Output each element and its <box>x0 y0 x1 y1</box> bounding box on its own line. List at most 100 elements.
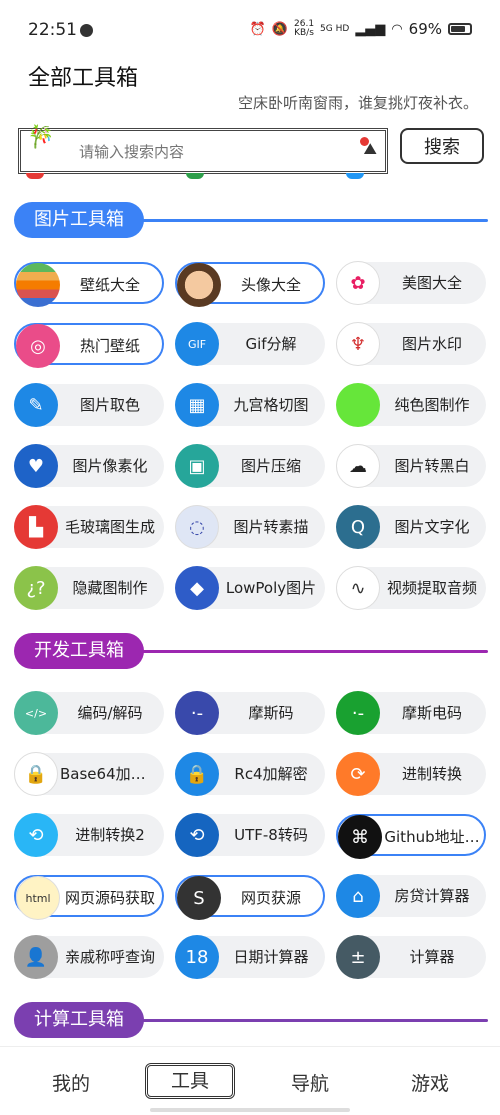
tool-item[interactable]: html 网页源码获取 <box>14 875 164 920</box>
cloud-icon: ☁ <box>336 444 380 488</box>
refresh-orange-icon: ⟳ <box>336 752 380 796</box>
peek-red-icon <box>26 173 44 179</box>
tool-label: 图片压缩 <box>240 457 301 475</box>
tool-item[interactable]: 18 日期计算器 <box>175 935 325 979</box>
gif-file-icon: GIF <box>175 322 219 366</box>
tool-item[interactable]: ♆ 图片水印 <box>336 322 486 366</box>
tool-item[interactable]: ♥ 图片像素化 <box>14 444 164 488</box>
tool-item[interactable]: ·- 摩斯码 <box>175 691 325 735</box>
wifi-icon: ◠ <box>391 21 403 37</box>
tool-label: 头像大全 <box>240 276 301 294</box>
nav-item-mine[interactable]: 我的 <box>26 1069 116 1096</box>
tool-item[interactable]: ✎ 图片取色 <box>14 383 164 427</box>
morse-dot-icon: ·- <box>175 691 219 735</box>
tool-label: 九宫格切图 <box>233 396 309 414</box>
photos-flower-icon: ✿ <box>336 261 380 305</box>
tool-item[interactable]: </> 编码/解码 <box>14 691 164 735</box>
tool-item[interactable]: 🔒 Rc4加解密 <box>175 752 325 796</box>
code-brackets-icon: </> <box>14 691 58 735</box>
tool-item[interactable]: ⌂ 房贷计算器 <box>336 874 486 918</box>
search-box[interactable]: 🎋 ⛰ <box>18 125 388 174</box>
tool-item[interactable]: ± 计算器 <box>336 935 486 979</box>
section-title: 计算工具箱 <box>14 1002 144 1038</box>
tool-item[interactable]: ⌘ Github地址… <box>336 814 486 859</box>
house-calculator-icon: ⌂ <box>336 874 380 918</box>
tool-item[interactable]: ◌ 图片转素描 <box>175 505 325 549</box>
padlock-icon: 🔒 <box>14 752 58 796</box>
flipboard-icon: ▙ <box>14 505 58 549</box>
tool-item[interactable]: ·- 摩斯电码 <box>336 691 486 735</box>
speed-unit: KB/s <box>294 28 314 38</box>
github-icon: ⌘ <box>338 815 382 859</box>
tool-item[interactable]: ⟳ 进制转换 <box>336 752 486 796</box>
tool-label: 毛玻璃图生成 <box>64 518 155 536</box>
tool-item[interactable]: ▣ 图片压缩 <box>175 444 325 488</box>
section-divider <box>124 219 488 222</box>
eyedropper-icon: ✎ <box>14 383 58 427</box>
tool-label: 图片水印 <box>401 335 462 353</box>
tool-item[interactable]: 纯色图制作 <box>336 383 486 427</box>
tool-label: 摩斯码 <box>248 704 294 722</box>
calculator-icon: ± <box>336 935 380 979</box>
tool-label: 网页获源 <box>240 889 301 907</box>
q-letter-icon: Q <box>336 505 380 549</box>
poem-text: 空床卧听南窗雨，谁复挑灯夜补衣。 <box>237 94 478 112</box>
tool-label: 纯色图制作 <box>394 396 470 414</box>
tool-label: 亲戚称呼查询 <box>64 948 155 966</box>
mountain-icon: ⛰ <box>363 139 377 158</box>
rainbow-apple-icon <box>16 263 60 307</box>
section-divider <box>124 1019 488 1022</box>
tool-label: 美图大全 <box>401 274 462 292</box>
tool-item[interactable]: ✿ 美图大全 <box>336 261 486 305</box>
tool-item[interactable]: Q 图片文字化 <box>336 505 486 549</box>
tool-label: UTF-8转码 <box>234 826 308 844</box>
status-time: 22:51 <box>28 20 77 40</box>
tool-item[interactable]: 🔒 Base64加密码 <box>14 752 164 796</box>
search-input[interactable] <box>79 139 339 165</box>
status-right: ⏰ 🔕 26.1 KB/s 5G HD ▂▄▆ ◠ 69% <box>250 20 472 38</box>
mute-icon: 🔕 <box>271 21 288 37</box>
battery-icon <box>448 23 472 35</box>
tool-item[interactable]: 👤 亲戚称呼查询 <box>14 935 164 979</box>
tool-label: 网页源码获取 <box>64 889 155 907</box>
tool-item[interactable]: ◎ 热门壁纸 <box>14 323 164 368</box>
battery-percent: 69% <box>408 20 442 38</box>
lock-blue-icon: 🔒 <box>175 752 219 796</box>
tool-item[interactable]: ⟲ UTF-8转码 <box>175 813 325 857</box>
network-speed: 26.1 KB/s <box>294 20 314 38</box>
tool-item[interactable]: ☁ 图片转黑白 <box>336 444 486 488</box>
search-button[interactable]: 搜索 <box>400 128 484 164</box>
peek-blue-icon <box>346 173 364 179</box>
tool-item[interactable]: ⟲ 进制转换2 <box>14 813 164 857</box>
image-tools-grid: 壁纸大全 头像大全 ✿ 美图大全 ◎ 热门壁纸 GIF Gif分解 ♆ 图片水印 ✎ 图片取色 ▦ 九宫格… <box>14 261 488 610</box>
tool-item[interactable]: ∿ 视频提取音频 <box>336 566 486 610</box>
tool-item[interactable]: ▙ 毛玻璃图生成 <box>14 505 164 549</box>
avatar-face-icon <box>177 263 221 307</box>
tool-label: 视频提取音频 <box>386 579 477 597</box>
tool-label: 图片文字化 <box>394 518 470 536</box>
tool-label: 进制转换 <box>401 765 462 783</box>
nav-item-tools[interactable]: 工具 <box>145 1063 235 1099</box>
section-title: 图片工具箱 <box>14 202 144 238</box>
sublime-s-icon: S <box>177 876 221 920</box>
nav-item-games[interactable]: 游戏 <box>385 1069 475 1096</box>
tool-item[interactable]: ¿? 隐藏图制作 <box>14 566 164 610</box>
tool-item[interactable]: GIF Gif分解 <box>175 322 325 366</box>
lowpoly-gem-icon: ◆ <box>175 566 219 610</box>
tool-item[interactable]: ▦ 九宫格切图 <box>175 383 325 427</box>
tool-item[interactable]: S 网页获源 <box>175 875 325 920</box>
grid-photos-icon: ▦ <box>175 383 219 427</box>
tool-item[interactable]: ◆ LowPoly图片 <box>175 566 325 610</box>
bamboo-icon: 🎋 <box>27 125 55 150</box>
nav-item-navigation[interactable]: 导航 <box>265 1069 355 1096</box>
dev-tools-grid: </> 编码/解码 ·- 摩斯码 ·- 摩斯电码 🔒 Base64加密码 🔒 Rc4加解密 ⟳ 进制转… <box>14 691 488 979</box>
tool-item[interactable]: 头像大全 <box>175 262 325 307</box>
tool-label: Base64加密码 <box>60 765 160 783</box>
tool-item[interactable]: 壁纸大全 <box>14 262 164 307</box>
tool-label: 房贷计算器 <box>394 887 470 905</box>
section-title: 开发工具箱 <box>14 633 144 669</box>
compress-box-icon: ▣ <box>175 444 219 488</box>
tool-label: 编码/解码 <box>77 704 143 722</box>
sync-blue-icon: ⟲ <box>175 813 219 857</box>
pixel-heart-icon: ♥ <box>14 444 58 488</box>
